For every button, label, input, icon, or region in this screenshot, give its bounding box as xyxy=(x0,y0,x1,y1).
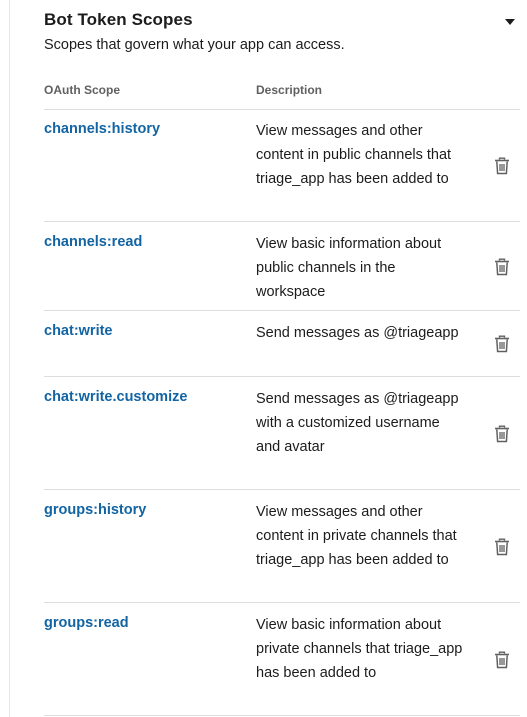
column-header-description: Description xyxy=(256,83,323,97)
table-row: chat:write.customize Send messages as @t… xyxy=(44,377,520,490)
scope-description: Send messages as @triageapp with a custo… xyxy=(256,391,459,455)
trash-icon[interactable] xyxy=(494,335,510,353)
scope-description: View basic information about private cha… xyxy=(256,617,463,681)
trash-icon[interactable] xyxy=(494,157,510,175)
scope-link[interactable]: chat:write xyxy=(44,323,113,339)
scope-link[interactable]: groups:history xyxy=(44,502,146,518)
scope-link[interactable]: channels:read xyxy=(44,234,142,250)
caret-down-icon[interactable] xyxy=(504,14,516,25)
section-subtitle: Scopes that govern what your app can acc… xyxy=(44,37,345,53)
table-row: channels:history View messages and other… xyxy=(44,109,520,222)
bot-token-scopes-section: Bot Token Scopes Scopes that govern what… xyxy=(44,0,520,716)
table-row: chat:write Send messages as @triageapp xyxy=(44,311,520,377)
scope-description: View messages and other content in priva… xyxy=(256,504,457,568)
section-title: Bot Token Scopes xyxy=(44,10,193,29)
scopes-table: channels:history View messages and other… xyxy=(44,109,520,716)
column-header-oauth-scope: OAuth Scope xyxy=(44,83,121,97)
bot-token-scopes-page: Bot Token Scopes Scopes that govern what… xyxy=(0,0,527,717)
scope-link[interactable]: channels:history xyxy=(44,121,160,137)
scope-link[interactable]: chat:write.customize xyxy=(44,389,187,405)
trash-icon[interactable] xyxy=(494,651,510,669)
trash-icon[interactable] xyxy=(494,538,510,556)
scope-description: View basic information about public chan… xyxy=(256,236,442,300)
scope-description: View messages and other content in publi… xyxy=(256,123,452,187)
table-row: groups:read View basic information about… xyxy=(44,603,520,716)
table-row: channels:read View basic information abo… xyxy=(44,222,520,311)
trash-icon[interactable] xyxy=(494,425,510,443)
section-header: Bot Token Scopes Scopes that govern what… xyxy=(44,0,520,90)
table-row: groups:history View messages and other c… xyxy=(44,490,520,603)
scope-description: Send messages as @triageapp xyxy=(256,325,459,341)
trash-icon[interactable] xyxy=(494,258,510,276)
scope-link[interactable]: groups:read xyxy=(44,615,129,631)
table-header: OAuth Scope Description xyxy=(44,83,520,110)
left-divider xyxy=(9,0,10,717)
